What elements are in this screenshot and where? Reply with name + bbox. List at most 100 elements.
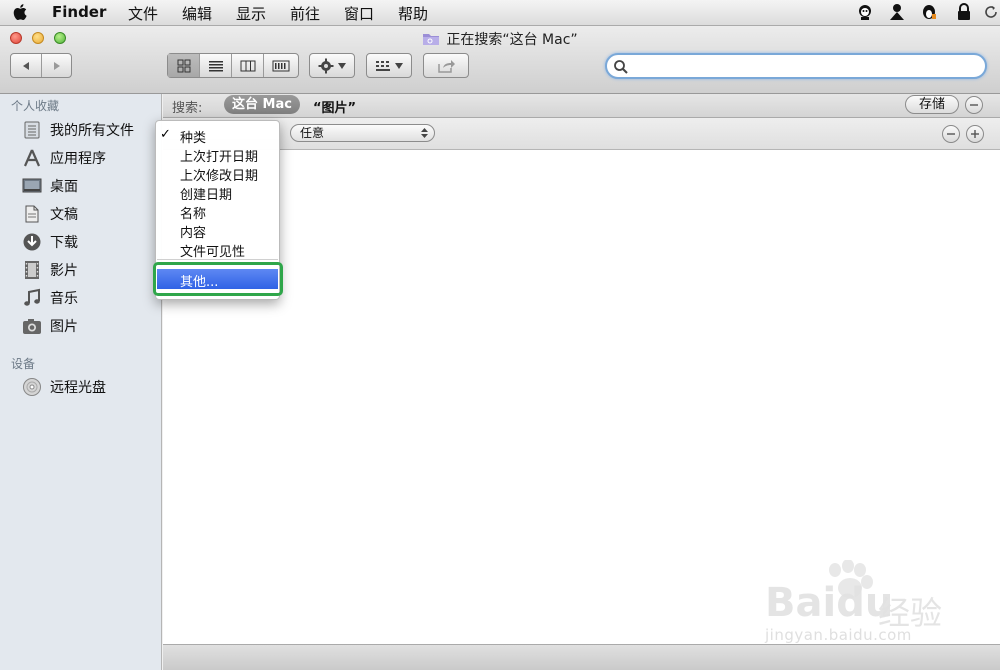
search-label: 搜索:: [172, 101, 203, 116]
list-icon: [208, 60, 223, 71]
sidebar-item-label: 应用程序: [50, 151, 106, 167]
documents-icon: [25, 205, 39, 223]
menu-item-name[interactable]: 名称: [180, 203, 206, 222]
cover-flow-button[interactable]: [264, 54, 298, 77]
menu-go[interactable]: 前往: [290, 3, 320, 24]
icon-view-button[interactable]: [168, 54, 200, 77]
criteria-value-popup[interactable]: 任意: [290, 124, 435, 142]
watermark-url: jingyan.baidu.com: [765, 626, 912, 644]
penguin-status-icon[interactable]: [920, 3, 938, 21]
menu-item-contents[interactable]: 内容: [180, 222, 206, 241]
sidebar-item-label: 远程光盘: [50, 380, 106, 396]
desktop-icon: [22, 178, 42, 193]
arrange-grid-icon: [376, 60, 390, 71]
search-field[interactable]: [605, 53, 987, 79]
menu-item-kind[interactable]: 种类: [180, 127, 206, 146]
movies-icon: [25, 261, 39, 279]
gear-icon: [318, 58, 334, 73]
cover-flow-icon: [272, 60, 290, 71]
grid-icon: [177, 59, 190, 72]
minus-icon: [947, 133, 955, 135]
sidebar-item-label: 音乐: [50, 291, 78, 307]
menu-view[interactable]: 显示: [236, 3, 266, 24]
sidebar: 个人收藏 我的所有文件 应用程序 桌面 文稿 下载 影片 音乐 图片 设备 远程…: [0, 94, 162, 670]
sidebar-item-pictures[interactable]: 图片: [22, 314, 162, 338]
columns-icon: [240, 60, 255, 71]
add-criteria-button[interactable]: [966, 125, 984, 143]
lock-icon[interactable]: [955, 3, 973, 21]
sidebar-item-downloads[interactable]: 下载: [22, 230, 162, 254]
watermark-brand: Baidu: [765, 580, 894, 626]
scope-pictures-button[interactable]: “图片”: [313, 97, 356, 116]
plus-icon: [971, 130, 979, 138]
menu-file[interactable]: 文件: [128, 3, 158, 24]
sidebar-item-all-my-files[interactable]: 我的所有文件: [22, 118, 162, 142]
sidebar-item-label: 文稿: [50, 207, 78, 223]
time-machine-icon[interactable]: [984, 3, 998, 21]
pictures-icon: [23, 319, 41, 334]
scope-this-mac-button[interactable]: 这台 Mac: [224, 95, 300, 114]
sidebar-item-remote-disc[interactable]: 远程光盘: [22, 375, 162, 399]
sidebar-item-music[interactable]: 音乐: [22, 286, 162, 310]
remove-scope-button[interactable]: [965, 96, 983, 114]
menu-separator: [157, 259, 278, 260]
view-mode-control: [167, 53, 299, 78]
chevron-down-icon: [338, 62, 346, 69]
remote-disc-icon: [23, 378, 41, 396]
menu-finder[interactable]: Finder: [52, 3, 106, 21]
sidebar-item-desktop[interactable]: 桌面: [22, 174, 162, 198]
criteria-row: 任意: [163, 118, 1000, 150]
arrange-menu-button[interactable]: [366, 53, 412, 78]
baidu-watermark: Baidu 经验 jingyan.baidu.com: [760, 559, 960, 650]
share-icon: [438, 59, 455, 73]
list-view-button[interactable]: [200, 54, 232, 77]
sidebar-item-label: 下载: [50, 235, 78, 251]
back-button[interactable]: [11, 54, 42, 77]
person-status-icon[interactable]: [888, 3, 906, 21]
minus-icon: [970, 104, 978, 106]
applications-icon: [23, 149, 41, 167]
sidebar-item-applications[interactable]: 应用程序: [22, 146, 162, 170]
devices-header: 设备: [11, 357, 36, 371]
favorites-header: 个人收藏: [11, 99, 60, 113]
menu-item-created-date[interactable]: 创建日期: [180, 184, 232, 203]
search-scope-bar: 搜索: 这台 Mac “图片” 存储: [163, 94, 1000, 118]
annotation-highlight-box: [153, 262, 283, 296]
search-input[interactable]: [631, 57, 975, 77]
forward-button[interactable]: [42, 54, 71, 77]
search-icon: [614, 60, 628, 74]
back-forward-control: [10, 53, 72, 78]
triangle-left-icon: [23, 61, 29, 70]
chevron-down-icon: [395, 62, 403, 69]
triangle-right-icon: [53, 61, 60, 70]
menu-edit[interactable]: 编辑: [182, 3, 212, 24]
menu-window[interactable]: 窗口: [344, 3, 374, 24]
window-title: 正在搜索“这台 Mac”: [0, 29, 1000, 49]
downloads-icon: [23, 233, 41, 251]
smart-folder-icon: [423, 34, 440, 45]
menu-item-last-modified-date[interactable]: 上次修改日期: [180, 165, 258, 184]
criteria-value-label: 任意: [300, 126, 325, 140]
menu-item-last-opened-date[interactable]: 上次打开日期: [180, 146, 258, 165]
remove-criteria-button[interactable]: [942, 125, 960, 143]
menu-help[interactable]: 帮助: [398, 3, 428, 24]
music-icon: [24, 288, 40, 306]
all-files-icon: [24, 121, 40, 139]
apple-menu-icon[interactable]: [12, 2, 30, 22]
sidebar-item-label: 我的所有文件: [50, 123, 134, 139]
sidebar-item-label: 桌面: [50, 179, 78, 195]
sidebar-item-documents[interactable]: 文稿: [22, 202, 162, 226]
window-title-text: 正在搜索“这台 Mac”: [446, 32, 578, 48]
title-bar: 正在搜索“这台 Mac”: [0, 26, 1000, 94]
sidebar-item-label: 图片: [50, 319, 78, 335]
column-view-button[interactable]: [232, 54, 264, 77]
qq-status-icon[interactable]: [856, 3, 874, 21]
sidebar-item-label: 影片: [50, 263, 78, 279]
menu-item-file-visibility[interactable]: 文件可见性: [180, 241, 245, 260]
checkmark-icon: ✓: [160, 127, 171, 142]
share-button[interactable]: [423, 53, 469, 78]
save-search-button[interactable]: 存储: [905, 95, 959, 114]
sidebar-item-movies[interactable]: 影片: [22, 258, 162, 282]
action-menu-button[interactable]: [309, 53, 355, 78]
updown-chevron-icon: [421, 128, 428, 138]
